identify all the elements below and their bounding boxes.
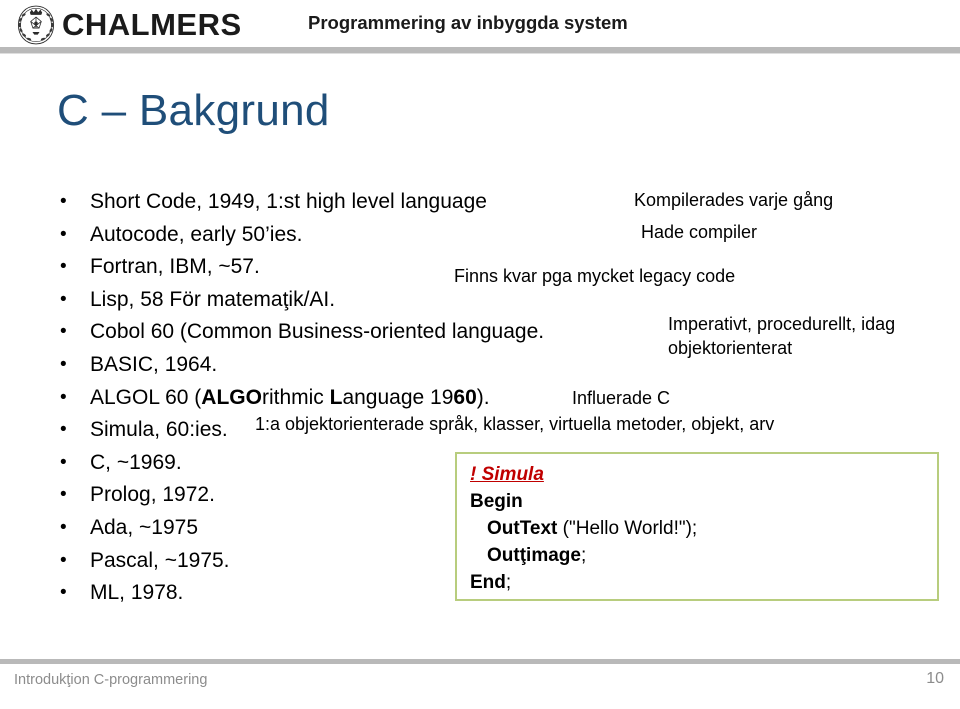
list-item: • ALGOL 60 (ALGOrithmic Language 1960). — [58, 382, 618, 415]
list-item-label: ALGOL 60 (ALGOrithmic Language 1960). — [90, 385, 490, 409]
list-item-label: ML, 1978. — [90, 581, 184, 605]
bullet-dot-icon: • — [60, 288, 67, 310]
simula-code-box: ! Simula Begin OutText ("Hello World!");… — [455, 452, 939, 601]
list-item-label: Ada, ~1975 — [90, 515, 199, 539]
bullet-dot-icon: • — [60, 223, 67, 245]
list-item: • Short Code, 1949, 1:st high level lang… — [58, 186, 618, 219]
code-line-end: End; — [470, 569, 511, 596]
annotation-influerade-c: Influerade C — [572, 388, 671, 408]
chalmers-wordmark: CHALMERS — [62, 7, 242, 42]
code-keyword-end: End — [470, 572, 506, 593]
list-item: • Cobol 60 (Common Business-oriented lan… — [58, 316, 618, 349]
code-arg-outtext: ("Hello World!"); — [557, 518, 698, 539]
list-item-label: C, ~1969. — [90, 450, 182, 474]
page-title: C – Bakgrund — [57, 86, 330, 135]
page-number: 10 — [926, 670, 944, 687]
list-item-label: Simula, 60:ies. — [90, 418, 228, 442]
slide-header: CHALMERS Programmering av inbyggda syste… — [0, 0, 960, 48]
slide-canvas: CHALMERS Programmering av inbyggda syste… — [0, 0, 960, 709]
bullet-dot-icon: • — [60, 484, 67, 506]
list-item-label: BASIC, 1964. — [90, 352, 218, 376]
header-divider-shadow — [0, 53, 960, 54]
code-arg-end: ; — [505, 572, 512, 593]
bullet-dot-icon: • — [60, 321, 67, 343]
list-item-label: Fortran, IBM, ~57. — [90, 255, 260, 279]
annotation-imperativt: Imperativt, procedurellt, idag objektori… — [668, 314, 896, 358]
code-keyword-outtext: OutText — [487, 518, 558, 539]
bullet-dot-icon: • — [60, 353, 67, 375]
list-item-label: Cobol 60 (Common Business-oriented langu… — [90, 320, 545, 344]
code-line-outtext: OutText ("Hello World!"); — [487, 515, 697, 542]
list-item-label: Pascal, ~1975. — [90, 548, 230, 572]
chalmers-seal-icon — [17, 5, 55, 45]
bullet-dot-icon: • — [60, 386, 67, 408]
bullet-dot-icon: • — [60, 451, 67, 473]
list-item-label: Lisp, 58 För matemaţik/AI. — [90, 287, 336, 311]
list-item: • Lisp, 58 För matemaţik/AI. — [58, 284, 618, 317]
bullet-dot-icon: • — [60, 549, 67, 571]
course-title: Programmering av inbyggda system — [308, 12, 628, 33]
list-item-label: Short Code, 1949, 1:st high level langua… — [90, 190, 487, 213]
bullet-dot-icon: • — [60, 419, 67, 441]
list-item: • BASIC, 1964. — [58, 349, 618, 382]
bullet-dot-icon: • — [60, 516, 67, 538]
list-item: • Autocode, early 50’ies. — [58, 219, 618, 252]
code-comment-line: ! Simula — [470, 464, 544, 485]
bullet-dot-icon: • — [60, 582, 67, 604]
list-item-label: Prolog, 1972. — [90, 483, 215, 507]
annotation-hade-compiler: Hade compiler — [641, 222, 758, 242]
footer-label: Introdukţion C-programmering — [14, 672, 208, 688]
code-keyword-outimage: Outţimage — [487, 545, 581, 566]
code-line-begin: Begin — [470, 491, 523, 512]
code-arg-outimage: ; — [580, 545, 587, 566]
annotation-kompilerades: Kompilerades varje gång — [634, 190, 834, 210]
bullet-dot-icon: • — [60, 191, 67, 212]
footer-divider — [0, 659, 960, 664]
annotation-finns-kvar: Finns kvar pga mycket legacy code — [454, 266, 736, 286]
list-item-label: Autocode, early 50’ies. — [90, 222, 303, 246]
bullet-dot-icon: • — [60, 256, 67, 278]
code-line-outimage: Outţimage; — [487, 542, 586, 569]
annotation-simula-features: 1:a objektorienterade språk, klasser, vi… — [255, 414, 775, 434]
